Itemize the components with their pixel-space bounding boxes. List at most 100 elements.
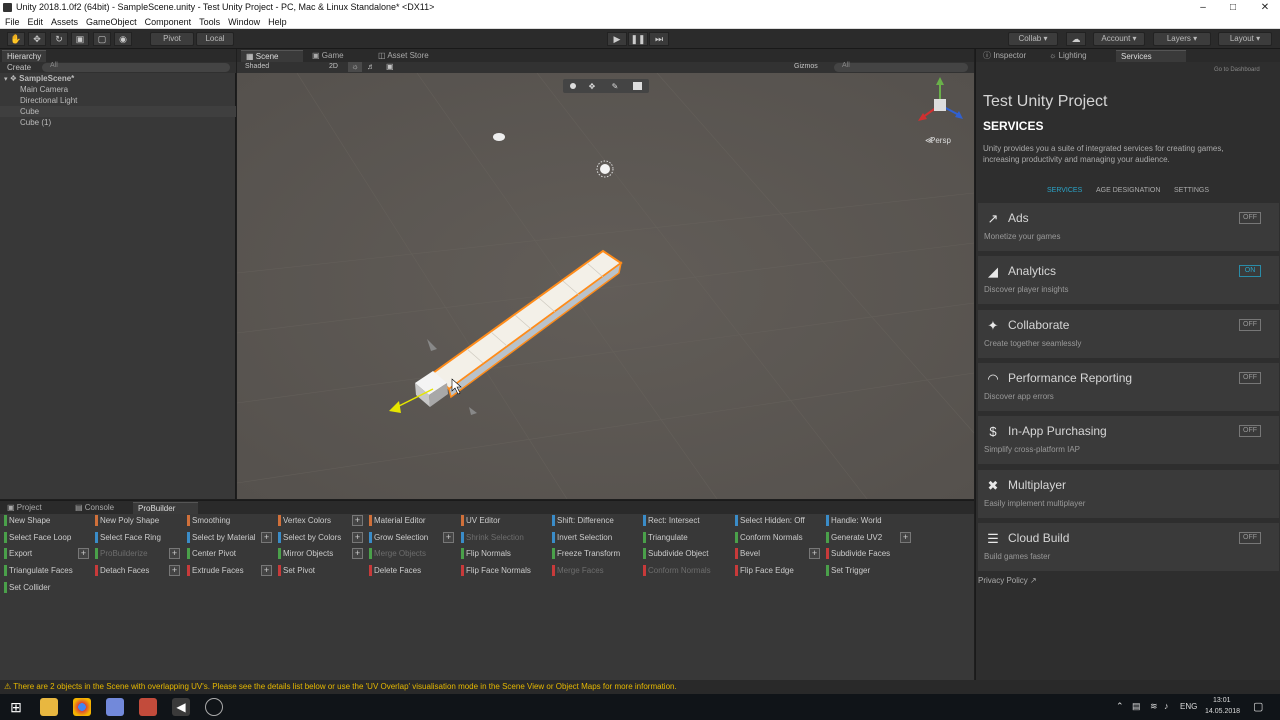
probuilder-button[interactable]: Conform Normals	[641, 563, 729, 578]
service-card[interactable]: $ In-App Purchasing Simplify cross-platfor…	[978, 416, 1279, 465]
shading-mode-dropdown[interactable]: Shaded	[245, 63, 269, 70]
probuilder-button[interactable]: Select by Material +	[185, 530, 273, 545]
probuilder-button[interactable]: Mirror Objects +	[276, 546, 364, 561]
network-icon[interactable]: ▤	[1132, 701, 1141, 712]
create-dropdown[interactable]: Create	[7, 63, 31, 72]
service-toggle[interactable]: OFF	[1239, 531, 1261, 544]
tab-lighting[interactable]: ☼ Lighting	[1044, 50, 1092, 62]
probuilder-button[interactable]: UV Editor	[459, 513, 547, 528]
hand-tool-icon[interactable]: ✋	[7, 32, 25, 46]
tab-asset-store[interactable]: ◫ Asset Store	[373, 50, 434, 62]
service-name[interactable]: Analytics	[1008, 264, 1056, 278]
options-plus-icon[interactable]: +	[352, 548, 363, 560]
probuilder-button[interactable]: Freeze Transform	[550, 546, 638, 561]
clock-app-icon[interactable]	[205, 698, 223, 716]
options-plus-icon[interactable]: +	[809, 548, 820, 560]
unity-taskbar-icon[interactable]: ◀	[172, 698, 190, 716]
tab-services[interactable]: Services	[1116, 50, 1186, 62]
chrome-icon[interactable]	[73, 698, 91, 716]
scene-viewport[interactable]: ✥ ✎ Persp ≪	[237, 72, 974, 499]
tab-hierarchy[interactable]: Hierarchy	[2, 50, 47, 62]
menu-assets[interactable]: Assets	[46, 15, 81, 29]
pivot-toggle[interactable]: Pivot	[150, 32, 194, 46]
service-card[interactable]: ✖ Multiplayer Easily implement multiplayer	[978, 469, 1279, 518]
go-to-dashboard-link[interactable]: Go to Dashboard	[1214, 67, 1260, 73]
probuilder-button[interactable]: Triangulate	[641, 530, 729, 545]
play-icon[interactable]: ▶	[607, 32, 627, 46]
windows-start-icon[interactable]: ⊞	[7, 698, 25, 716]
hierarchy-search-input[interactable]: All	[42, 62, 230, 72]
probuilder-button[interactable]: Set Collider	[2, 580, 90, 595]
service-name[interactable]: In-App Purchasing	[1008, 424, 1107, 438]
probuilder-button[interactable]: Generate UV2 +	[824, 530, 912, 545]
probuilder-button[interactable]: Conform Normals	[733, 530, 821, 545]
probuilder-button[interactable]: Select Hidden: Off	[733, 513, 821, 528]
probuilder-button[interactable]: Triangulate Faces	[2, 563, 90, 578]
probuilder-button[interactable]: Handle: World	[824, 513, 912, 528]
service-name[interactable]: Performance Reporting	[1008, 371, 1132, 385]
probuilder-button[interactable]: Select Face Loop	[2, 530, 90, 545]
service-name[interactable]: Cloud Build	[1008, 531, 1069, 545]
discord-icon[interactable]	[106, 698, 124, 716]
maximize-icon[interactable]: □	[1220, 0, 1246, 15]
wifi-icon[interactable]: ≋	[1150, 701, 1158, 712]
probuilder-button[interactable]: Shift: Difference	[550, 513, 638, 528]
collab-button[interactable]: Collab ▾	[1008, 32, 1058, 46]
close-icon[interactable]: ✕	[1252, 0, 1278, 15]
mode-2d-toggle[interactable]: 2D	[329, 63, 338, 70]
probuilder-button[interactable]: Grow Selection +	[367, 530, 455, 545]
hierarchy-item-directional-light[interactable]: Directional Light	[0, 95, 236, 106]
probuilder-button[interactable]: Detach Faces +	[93, 563, 181, 578]
file-explorer-icon[interactable]	[40, 698, 58, 716]
options-plus-icon[interactable]: +	[352, 531, 363, 543]
service-toggle[interactable]: ON	[1239, 265, 1261, 278]
transform-tool-icon[interactable]: ◉	[114, 32, 132, 46]
probuilder-button[interactable]: Subdivide Faces	[824, 546, 912, 561]
hierarchy-item-cube-1[interactable]: Cube (1)	[0, 117, 236, 128]
options-plus-icon[interactable]: +	[443, 531, 454, 543]
service-toggle[interactable]: OFF	[1239, 318, 1261, 331]
scene-render[interactable]: ✥ ✎ Persp ≪	[237, 72, 974, 499]
cloud-icon[interactable]: ☁	[1066, 32, 1086, 46]
menu-edit[interactable]: Edit	[23, 15, 47, 29]
scale-tool-icon[interactable]: ▣	[71, 32, 89, 46]
probuilder-button[interactable]: Merge Faces	[550, 563, 638, 578]
status-message[interactable]: There are 2 objects in the Scene with ov…	[13, 682, 676, 691]
probuilder-button[interactable]: Rect: Intersect	[641, 513, 729, 528]
options-plus-icon[interactable]: +	[169, 548, 180, 560]
hierarchy-item-cube[interactable]: Cube	[0, 106, 236, 117]
options-plus-icon[interactable]: +	[261, 565, 272, 577]
hierarchy-item-main-camera[interactable]: Main Camera	[0, 84, 236, 95]
probuilder-button[interactable]: Invert Selection	[550, 530, 638, 545]
probuilder-button[interactable]: Set Pivot	[276, 563, 364, 578]
scene-search-input[interactable]: All	[834, 62, 968, 72]
probuilder-button[interactable]: Vertex Colors +	[276, 513, 364, 528]
privacy-policy-link[interactable]: Privacy Policy ↗	[978, 576, 1037, 585]
options-plus-icon[interactable]: +	[78, 548, 89, 560]
probuilder-button[interactable]: Extrude Faces +	[185, 563, 273, 578]
probuilder-button[interactable]: Subdivide Object	[641, 546, 729, 561]
probuilder-button[interactable]: Set Trigger	[824, 563, 912, 578]
subtab-services[interactable]: SERVICES	[1047, 187, 1082, 194]
notifications-icon[interactable]: ▢	[1253, 700, 1263, 713]
effects-dropdown-icon[interactable]: ▣	[386, 62, 394, 71]
audio-toggle-icon[interactable]: ♬	[367, 62, 375, 71]
service-name[interactable]: Collaborate	[1008, 318, 1069, 332]
gizmos-dropdown[interactable]: Gizmos	[794, 63, 818, 70]
probuilder-button[interactable]: ProBuilderize +	[93, 546, 181, 561]
layers-dropdown[interactable]: Layers ▾	[1153, 32, 1211, 46]
service-toggle[interactable]: OFF	[1239, 371, 1261, 384]
probuilder-button[interactable]: Flip Face Normals	[459, 563, 547, 578]
probuilder-button[interactable]: Center Pivot	[185, 546, 273, 561]
probuilder-button[interactable]: Export +	[2, 546, 90, 561]
app-icon[interactable]	[139, 698, 157, 716]
probuilder-button[interactable]: Delete Faces	[367, 563, 455, 578]
menu-tools[interactable]: Tools	[194, 15, 223, 29]
local-toggle[interactable]: Local	[196, 32, 234, 46]
toolbar-overlay[interactable]: ✥ ✎	[563, 79, 649, 93]
account-dropdown[interactable]: Account ▾	[1093, 32, 1145, 46]
step-icon[interactable]: ⏭	[649, 32, 669, 46]
menu-help[interactable]: Help	[263, 15, 290, 29]
subtab-settings[interactable]: SETTINGS	[1174, 187, 1209, 194]
service-name[interactable]: Ads	[1008, 211, 1029, 225]
